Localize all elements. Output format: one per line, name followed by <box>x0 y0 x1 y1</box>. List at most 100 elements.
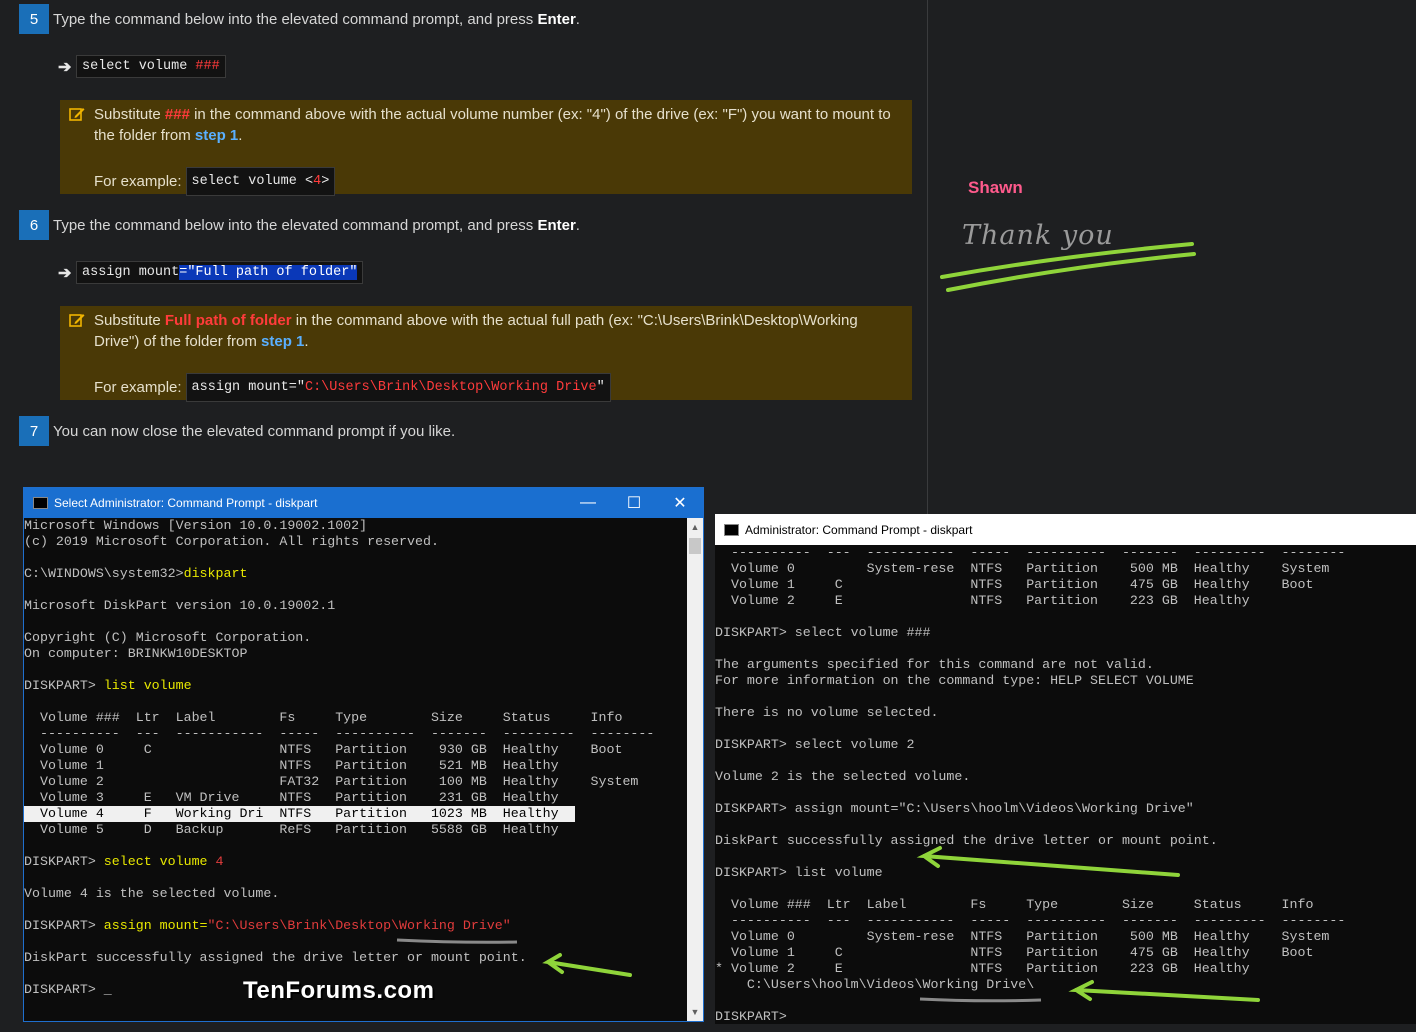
console-line: Volume 0 System-rese NTFS Partition 500 … <box>715 929 1330 944</box>
close-button[interactable]: ✕ <box>657 488 703 518</box>
console-line: Volume 1 NTFS Partition 521 MB Healthy <box>24 758 559 773</box>
console-output[interactable]: Microsoft Windows [Version 10.0.19002.10… <box>24 518 687 1021</box>
code-snippet[interactable]: select volume ### <box>76 55 226 78</box>
step-text: Type the command below into the elevated… <box>53 216 580 234</box>
command-assign-mount: ➔ assign mount="Full path of folder" <box>58 261 364 284</box>
console-line: Volume ### Ltr Label Fs Type Size Status… <box>24 710 623 725</box>
console-line: * Volume 2 E NTFS Partition 223 GB Healt… <box>715 961 1250 976</box>
console-line: DISKPART> list volume <box>24 678 192 693</box>
step-text: Type the command below into the elevated… <box>53 10 580 28</box>
console-output[interactable]: ---------- --- ----------- ----- -------… <box>715 545 1416 1024</box>
console-line: DISKPART> select volume 4 <box>24 854 224 869</box>
console-line: Volume 2 E NTFS Partition 223 GB Healthy <box>715 593 1250 608</box>
console-line: DiskPart successfully assigned the drive… <box>24 950 527 965</box>
console-line: Volume 0 System-rese NTFS Partition 500 … <box>715 561 1330 576</box>
step-7: 7 You can now close the elevated command… <box>19 416 455 446</box>
edit-icon <box>69 108 85 121</box>
step-number: 7 <box>19 416 49 446</box>
code-snippet[interactable]: assign mount="Full path of folder" <box>76 261 364 284</box>
console-line: Volume ### Ltr Label Fs Type Size Status… <box>715 897 1314 912</box>
step-number: 6 <box>19 210 49 240</box>
console-line: C:\Users\hoolm\Videos\Working Drive\ <box>715 977 1035 992</box>
typed-command: list volume <box>103 678 192 693</box>
console-line: Microsoft DiskPart version 10.0.19002.1 <box>24 598 336 613</box>
console-line: Copyright (C) Microsoft Corporation. <box>24 630 312 645</box>
maximize-button[interactable]: ☐ <box>611 488 657 518</box>
note-text: Substitute Full path of folder in the co… <box>94 312 858 350</box>
cmd-icon <box>33 497 48 509</box>
note-substitute-volume: Substitute ### in the command above with… <box>60 100 912 196</box>
divider <box>927 0 928 515</box>
console-line: Volume 4 is the selected volume. <box>24 886 280 901</box>
console-line: Volume 3 E VM Drive NTFS Partition 231 G… <box>24 790 559 805</box>
window-title: Select Administrator: Command Prompt - d… <box>54 496 318 510</box>
step-text: You can now close the elevated command p… <box>53 422 456 440</box>
typed-command: diskpart <box>183 566 248 581</box>
minimize-button[interactable]: — <box>565 488 611 518</box>
example-code[interactable]: select volume <4> <box>185 167 336 196</box>
console-line: DISKPART> assign mount="C:\Users\hoolm\V… <box>715 801 1194 816</box>
example-code[interactable]: assign mount="C:\Users\Brink\Desktop\Wor… <box>185 373 611 402</box>
console-line: On computer: BRINKW10DESKTOP <box>24 646 248 661</box>
command-prompt-window-1[interactable]: Select Administrator: Command Prompt - d… <box>23 487 704 1022</box>
edit-icon <box>69 314 85 327</box>
example: For example: select volume <4> <box>94 167 900 196</box>
scrollbar[interactable]: ▲ ▼ <box>687 518 703 1021</box>
arrow-right-icon: ➔ <box>58 264 72 282</box>
console-line: Microsoft Windows [Version 10.0.19002.10… <box>24 518 368 533</box>
console-line: C:\WINDOWS\system32>diskpart <box>24 566 248 581</box>
typed-command: assign mount= <box>103 918 208 933</box>
window-title: Administrator: Command Prompt - diskpart <box>745 522 973 537</box>
console-line: For more information on the command type… <box>715 673 1194 688</box>
step-5: 5 Type the command below into the elevat… <box>19 4 580 34</box>
console-line: There is no volume selected. <box>715 705 939 720</box>
comment-text: Thank you <box>962 220 1114 251</box>
console-line: (c) 2019 Microsoft Corporation. All righ… <box>24 534 439 549</box>
note-substitute-path: Substitute Full path of folder in the co… <box>60 306 912 402</box>
scroll-thumb[interactable] <box>689 538 701 554</box>
scroll-down-icon[interactable]: ▼ <box>687 1005 703 1019</box>
example: For example: assign mount="C:\Users\Brin… <box>94 373 900 402</box>
highlight: Volume 4 F Working Dri NTFS Partition 10… <box>24 806 575 822</box>
console-line: The arguments specified for this command… <box>715 657 1154 672</box>
console-line: Volume 1 C NTFS Partition 475 GB Healthy… <box>715 945 1314 960</box>
typed-command: select volume <box>103 854 216 869</box>
console-line: DISKPART> list volume <box>715 865 883 880</box>
title-bar[interactable]: Select Administrator: Command Prompt - d… <box>24 488 703 518</box>
brand-watermark: TenForums.com <box>243 977 435 1004</box>
console-line: Volume 5 D Backup ReFS Partition 5588 GB… <box>24 822 559 837</box>
step-1-link[interactable]: step 1 <box>261 333 304 350</box>
console-line: DISKPART> select volume 2 <box>715 737 915 752</box>
command-prompt-window-2[interactable]: Administrator: Command Prompt - diskpart… <box>715 514 1416 1024</box>
console-line: Volume 2 is the selected volume. <box>715 769 971 784</box>
title-bar[interactable]: Administrator: Command Prompt - diskpart <box>715 514 1416 545</box>
step-1-link[interactable]: step 1 <box>195 127 238 144</box>
note-text: Substitute ### in the command above with… <box>94 106 891 144</box>
typed-command-value: "C:\Users\Brink\Desktop\Working Drive" <box>207 918 511 933</box>
arrow-right-icon: ➔ <box>58 58 72 76</box>
scroll-up-icon[interactable]: ▲ <box>687 520 703 534</box>
console-line: ---------- --- ----------- ----- -------… <box>715 545 1346 560</box>
typed-command-value: 4 <box>215 854 224 869</box>
selected-volume-row: Volume 4 F Working Dri NTFS Partition 10… <box>24 806 687 822</box>
comment-author: Shawn <box>968 178 1023 197</box>
cmd-icon <box>724 523 739 536</box>
console-line: DISKPART> <box>715 1009 787 1024</box>
